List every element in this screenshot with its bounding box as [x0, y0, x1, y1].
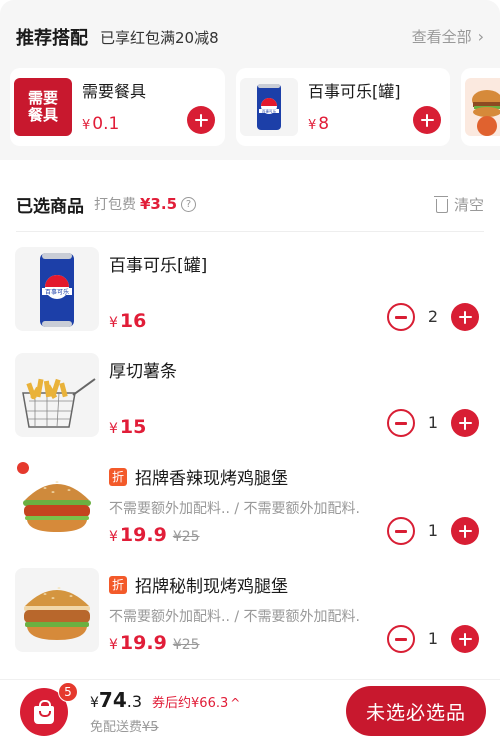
item-price: ¥16: [109, 310, 147, 332]
item-image: 百事可乐: [15, 247, 99, 331]
recommend-item-name: 百事可乐[罐]: [308, 82, 401, 101]
shopping-bag-icon: [34, 700, 54, 724]
item-name: 厚切薯条: [109, 362, 177, 382]
quantity-value: 1: [427, 629, 439, 648]
selected-title: 已选商品: [16, 196, 84, 217]
recommend-section: 推荐搭配 已享红包满20减8 查看全部 › 需要 餐具 需要餐具 ¥0.1 百事…: [0, 0, 500, 160]
delivery-fee: 免配送费¥5: [90, 720, 159, 735]
decrease-button[interactable]: [387, 625, 415, 653]
coupon-price: 券后约¥66.3: [152, 696, 229, 711]
cart-item: 厚切薯条 ¥15 1: [0, 353, 500, 449]
selected-section: 已选商品 打包费 ¥3.5 ? 清空 百事可乐 百事可乐[罐] ¥16 2 厚切…: [0, 170, 500, 679]
decrease-button[interactable]: [387, 303, 415, 331]
chevron-right-icon: ›: [477, 27, 484, 46]
increase-button[interactable]: [451, 517, 479, 545]
item-spec: 不需要额外加配料.. / 不需要额外加配料.: [109, 609, 360, 625]
item-name: 百事可乐[罐]: [109, 256, 208, 276]
checkout-bar: 5 ¥74.3 券后约¥66.3 ^ 免配送费¥5 未选必选品: [0, 679, 500, 749]
item-image: [15, 353, 99, 437]
item-name: 折招牌秘制现烤鸡腿堡: [109, 572, 288, 597]
view-all-label: 查看全部: [411, 28, 472, 46]
add-button[interactable]: [187, 106, 215, 134]
original-price: ¥25: [172, 637, 200, 653]
increase-button[interactable]: [451, 303, 479, 331]
quantity-value: 1: [427, 413, 439, 432]
recommend-subtitle: 已享红包满20减8: [100, 28, 219, 47]
packing-fee-value: ¥3.5: [140, 195, 178, 213]
item-price: ¥19.9 ¥25: [109, 632, 200, 654]
discount-tag: 折: [109, 467, 127, 486]
packing-fee-label: 打包费: [94, 197, 136, 213]
cart-item: 折招牌香辣现烤鸡腿堡 不需要额外加配料.. / 不需要额外加配料. ¥19.9 ¥…: [0, 460, 500, 556]
item-name: 折招牌香辣现烤鸡腿堡: [109, 464, 288, 489]
increase-button[interactable]: [451, 409, 479, 437]
recommend-item-price: ¥0.1: [82, 114, 120, 134]
cart-item: 折招牌秘制现烤鸡腿堡 不需要额外加配料.. / 不需要额外加配料. ¥19.9 ¥…: [0, 568, 500, 664]
discount-tag: 折: [109, 575, 127, 594]
recommend-item-price: ¥8: [308, 114, 330, 134]
quantity-value: 1: [427, 521, 439, 540]
decrease-button[interactable]: [387, 517, 415, 545]
item-spec: 不需要额外加配料.. / 不需要额外加配料.: [109, 501, 360, 517]
original-price: ¥25: [172, 529, 200, 545]
help-icon[interactable]: ?: [181, 196, 197, 212]
recommend-card-food[interactable]: [461, 68, 500, 146]
svg-text:百事可乐: 百事可乐: [45, 288, 69, 296]
food-thumbnail-image: [465, 78, 500, 136]
pepsi-can-image: 百事可乐: [240, 78, 298, 136]
item-image: [15, 568, 99, 652]
tableware-icon: 需要 餐具: [14, 78, 72, 136]
trash-icon: [433, 195, 448, 213]
item-price: ¥19.9 ¥25: [109, 524, 200, 546]
recommend-cards: 需要 餐具 需要餐具 ¥0.1 百事可乐 百事可乐[罐] ¥8: [0, 68, 500, 148]
svg-text:百事可乐: 百事可乐: [262, 109, 277, 114]
item-price: ¥15: [109, 416, 147, 438]
recommend-item-name: 需要餐具: [82, 82, 147, 101]
recommend-card-pepsi[interactable]: 百事可乐 百事可乐[罐] ¥8: [236, 68, 450, 146]
view-all-link[interactable]: 查看全部 ›: [412, 26, 484, 47]
recommend-header: 推荐搭配 已享红包满20减8 查看全部 ›: [16, 24, 484, 50]
cart-item: 百事可乐 百事可乐[罐] ¥16 2: [0, 247, 500, 343]
add-button[interactable]: [413, 106, 441, 134]
quantity-value: 2: [427, 307, 439, 326]
decrease-button[interactable]: [387, 409, 415, 437]
cart-count-badge: 5: [58, 682, 78, 702]
clear-label: 清空: [453, 196, 484, 214]
divider: [16, 231, 484, 232]
recommend-title: 推荐搭配: [16, 28, 88, 49]
selected-header: 已选商品 打包费 ¥3.5 ? 清空: [16, 192, 484, 217]
checkout-button[interactable]: 未选必选品: [346, 686, 486, 736]
clear-button[interactable]: 清空: [433, 194, 484, 215]
caret-up-icon: ^: [230, 696, 241, 710]
increase-button[interactable]: [451, 625, 479, 653]
item-image: [15, 460, 99, 544]
recommend-card-tableware[interactable]: 需要 餐具 需要餐具 ¥0.1: [10, 68, 225, 146]
total-price[interactable]: ¥74.3 券后约¥66.3 ^: [90, 688, 240, 712]
